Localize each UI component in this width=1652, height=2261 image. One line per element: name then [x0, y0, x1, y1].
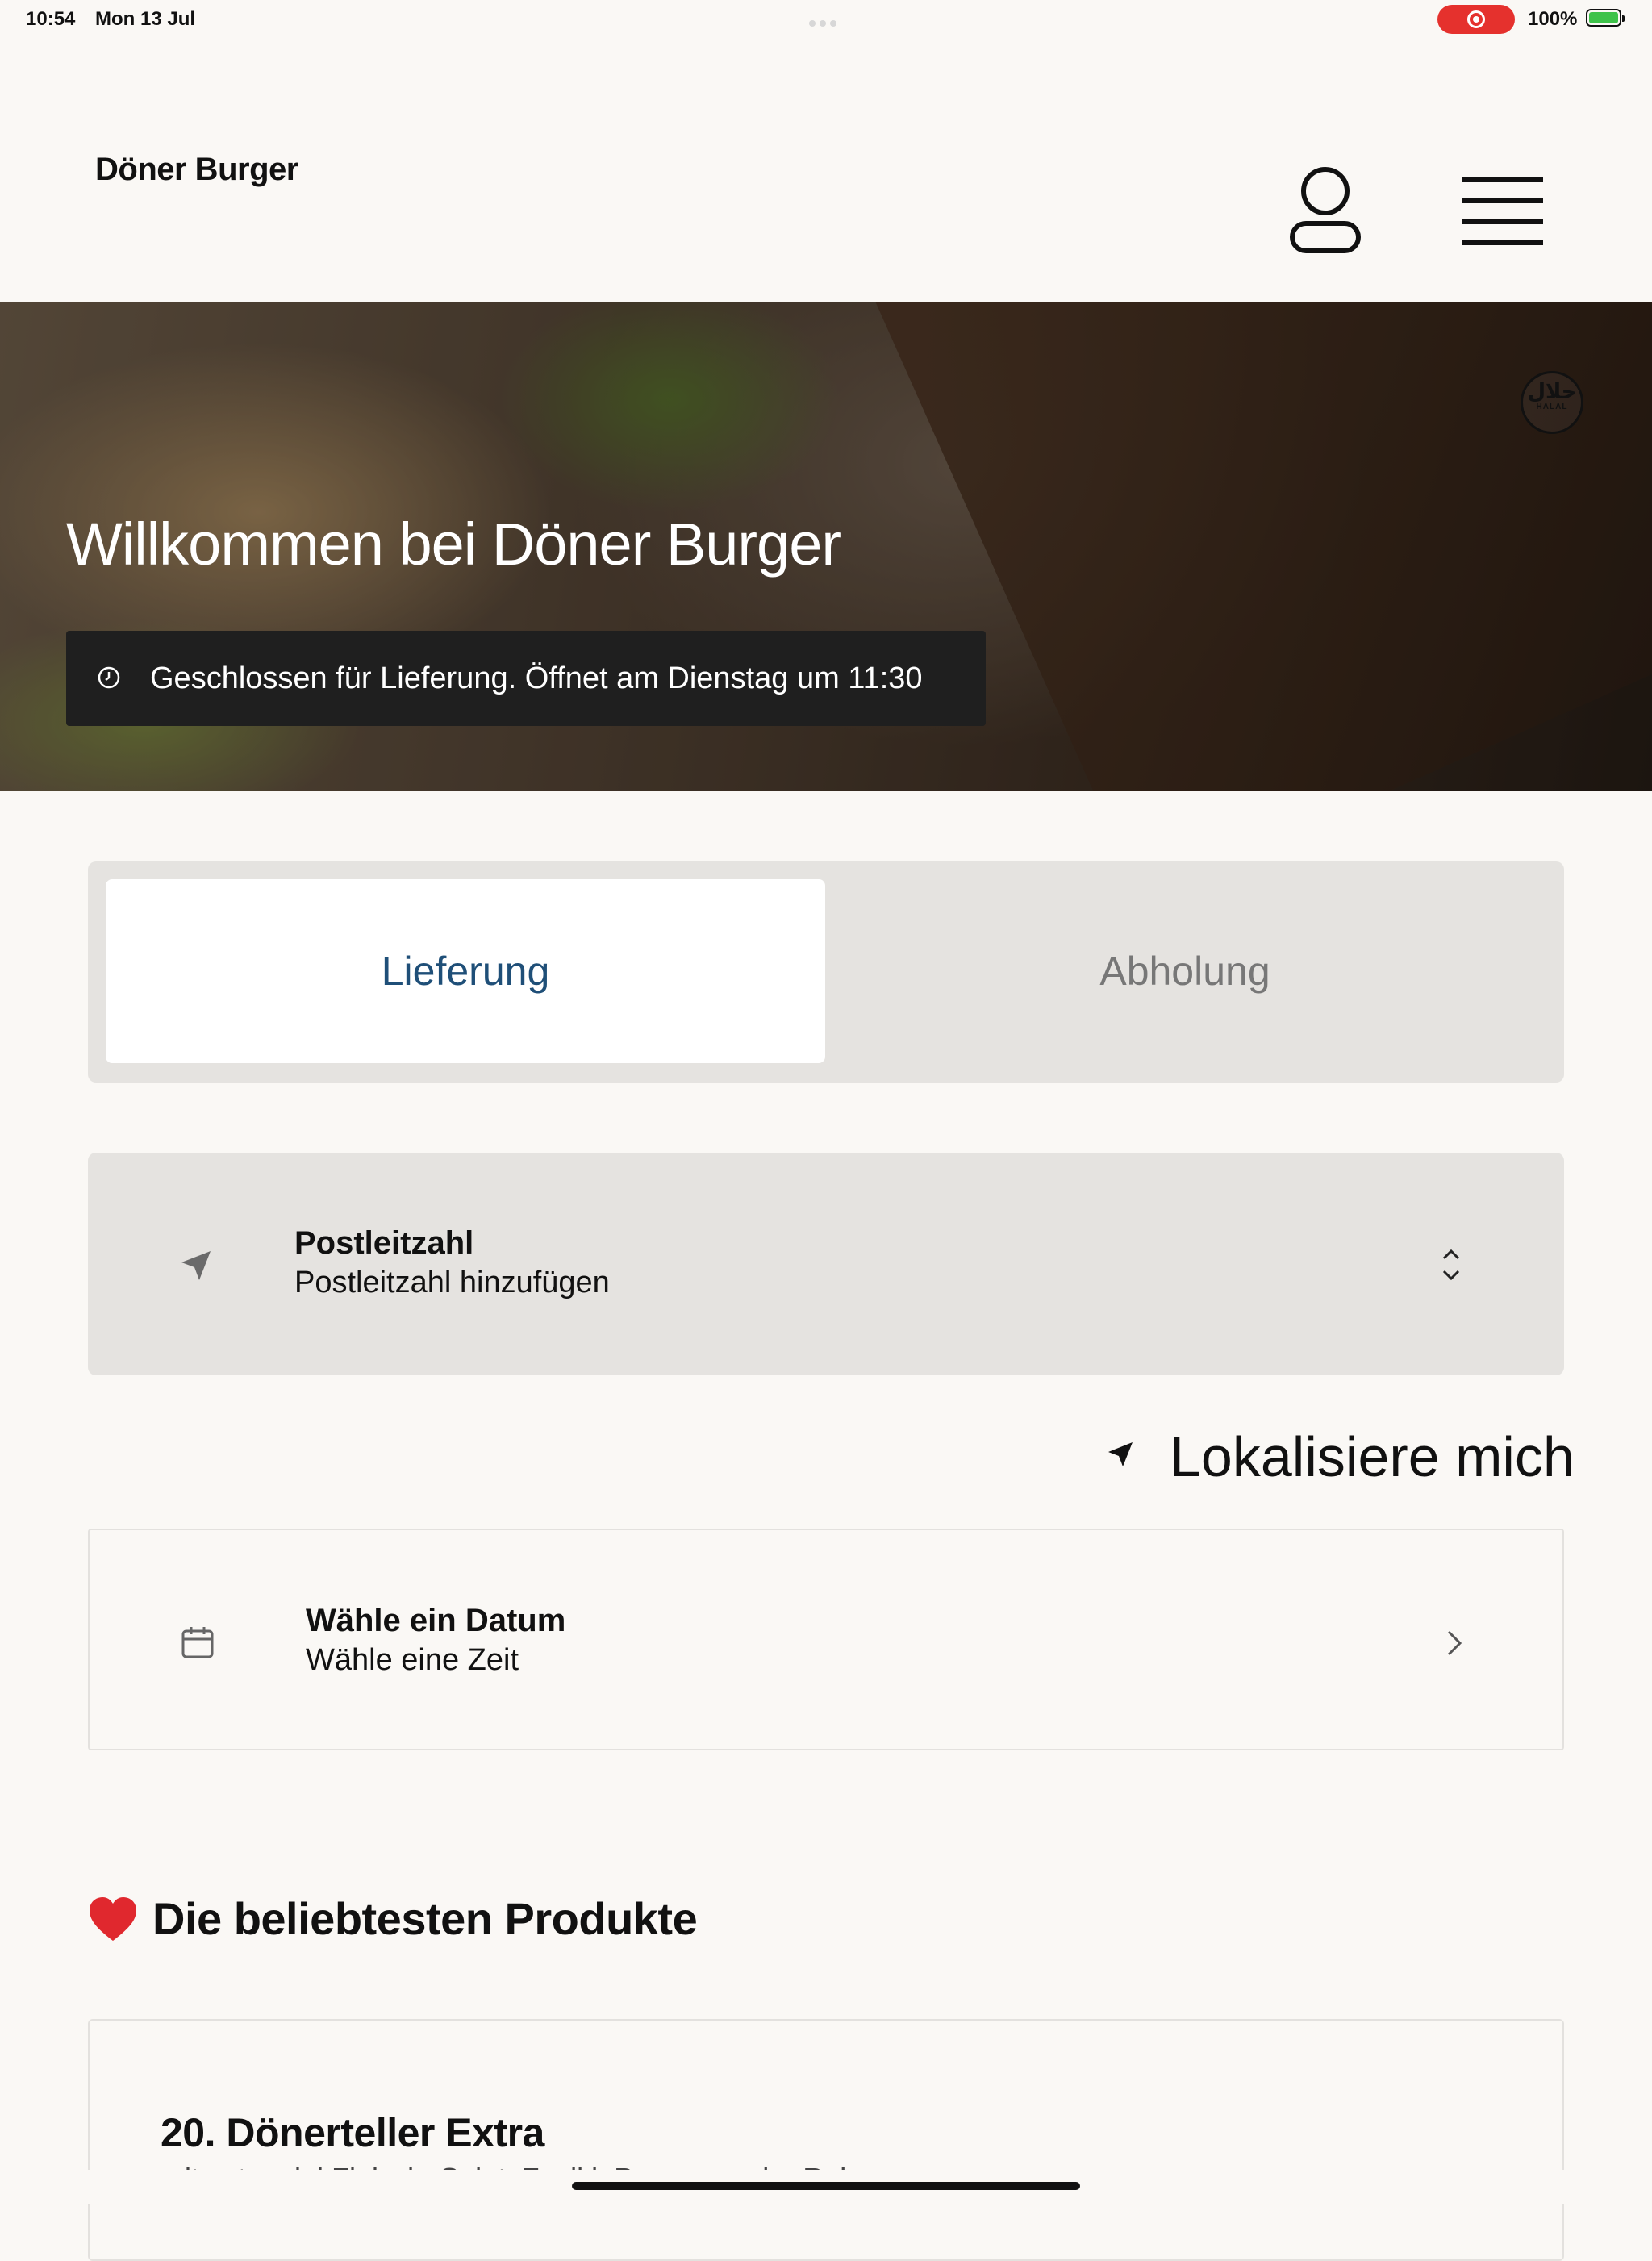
brand-name[interactable]: Döner Burger [95, 152, 298, 188]
product-name: 20. Dönerteller Extra [161, 2110, 544, 2155]
status-time: 10:54 [26, 8, 76, 30]
chevron-up-down-icon [1442, 1249, 1460, 1281]
postcode-selector[interactable]: Postleitzahl Postleitzahl hinzufügen [88, 1153, 1564, 1375]
app-header: Döner Burger [0, 40, 1652, 302]
postcode-placeholder: Postleitzahl hinzufügen [294, 1266, 610, 1299]
battery-percentage: 100% [1528, 8, 1578, 30]
date-time-picker[interactable]: Wähle ein Datum Wähle eine Zeit [88, 1529, 1564, 1750]
product-card[interactable]: 20. Dönerteller Extra mit extra viel Fle… [88, 2019, 1564, 2261]
tab-pickup[interactable]: Abholung [825, 879, 1545, 1063]
battery-charging-icon [1586, 9, 1625, 27]
location-arrow-icon [1108, 1442, 1133, 1466]
tab-delivery[interactable]: Lieferung [106, 879, 825, 1063]
hero-title: Willkommen bei Döner Burger [66, 511, 841, 578]
status-bar: 10:54 Mon 13 Jul 100% [0, 0, 1652, 40]
home-indicator[interactable] [572, 2182, 1080, 2190]
time-picker-subtitle: Wähle eine Zeit [306, 1643, 519, 1677]
halal-arabic: حلال [1527, 379, 1577, 403]
opening-status-text: Geschlossen für Lieferung. Öffnet am Die… [150, 661, 923, 695]
halal-badge: حلال HALAL [1521, 371, 1583, 434]
chevron-right-icon [1447, 1630, 1462, 1656]
hamburger-menu-icon[interactable] [1462, 177, 1543, 245]
opening-status-banner: Geschlossen für Lieferung. Öffnet am Die… [66, 631, 986, 726]
status-date: Mon 13 Jul [95, 8, 196, 30]
heart-icon [90, 1897, 136, 1941]
clock-icon [98, 666, 120, 689]
halal-label: HALAL [1536, 403, 1568, 411]
user-icon[interactable] [1289, 165, 1362, 256]
locate-me-label: Lokalisiere mich [1170, 1425, 1575, 1488]
location-arrow-icon [181, 1251, 211, 1280]
locate-me-button[interactable]: Lokalisiere mich [1105, 1423, 1575, 1488]
multitasking-dots[interactable] [809, 16, 843, 27]
order-mode-selector: Lieferung Abholung [88, 861, 1564, 1083]
postcode-label: Postleitzahl [294, 1225, 474, 1261]
record-icon [1467, 10, 1485, 28]
calendar-icon [181, 1627, 214, 1658]
popular-products-title: Die beliebtesten Produkte [152, 1893, 698, 1944]
screen-recording-indicator[interactable] [1437, 5, 1515, 34]
date-picker-title: Wähle ein Datum [306, 1603, 566, 1638]
